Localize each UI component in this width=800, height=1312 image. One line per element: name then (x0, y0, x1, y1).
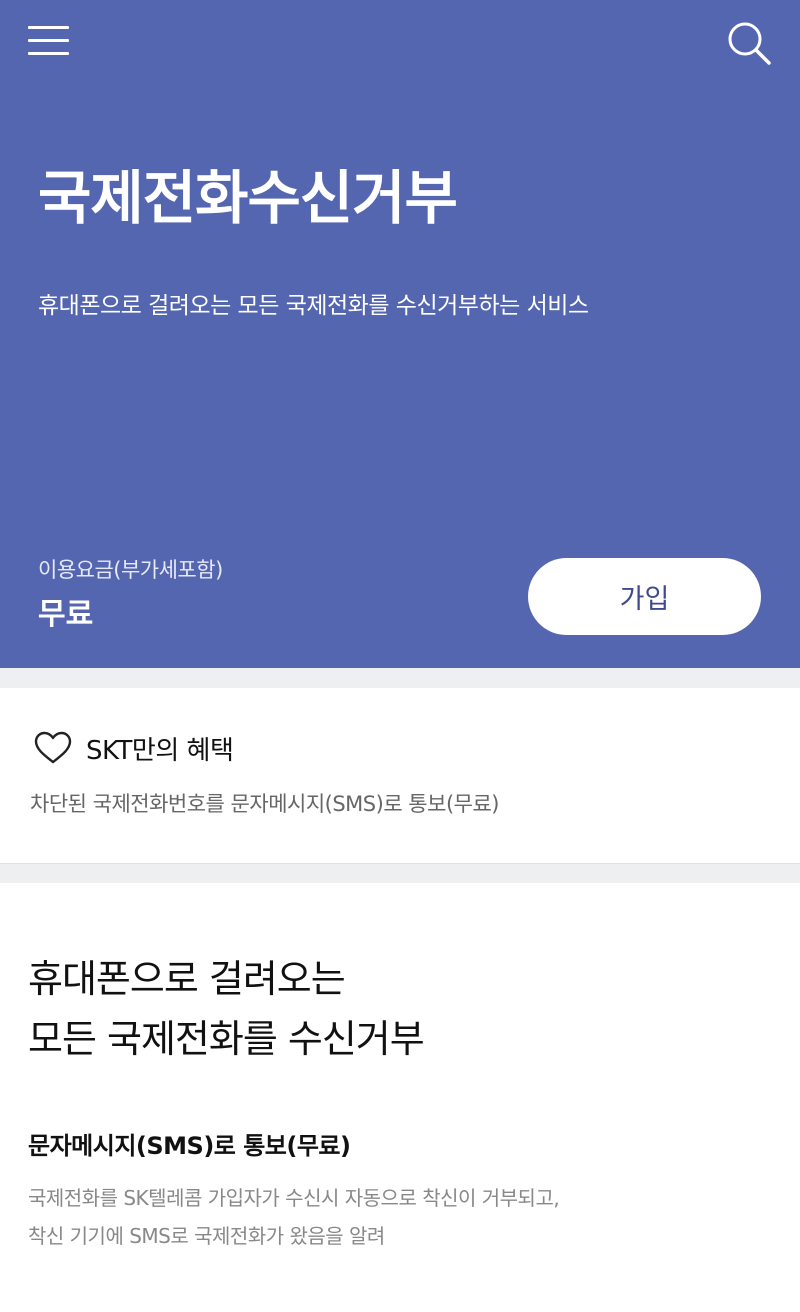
detail-description: 국제전화를 SK텔레콤 가입자가 수신시 자동으로 착신이 거부되고, 착신 기… (28, 1179, 560, 1255)
fee-label: 이용요금(부가세포함) (38, 558, 223, 582)
join-button[interactable]: 가입 (528, 558, 761, 635)
service-description: 휴대폰으로 걸려오는 모든 국제전화를 수신거부하는 서비스 (38, 293, 589, 319)
detail-desc-line: 착신 기기에 SMS로 국제전화가 왔음을 알려 (28, 1224, 385, 1248)
detail-title-line: 휴대폰으로 걸려오는 (28, 957, 346, 1001)
page-title: 국제전화수신거부 (38, 164, 458, 232)
heart-icon (34, 731, 72, 764)
detail-subtitle: 문자메시지(SMS)로 통보(무료) (28, 1132, 351, 1160)
benefit-header: SKT만의 혜택 (34, 728, 234, 768)
service-detail-section: 휴대폰으로 걸려오는 모든 국제전화를 수신거부 문자메시지(SMS)로 통보(… (0, 883, 800, 1312)
hamburger-menu-icon[interactable] (28, 24, 70, 58)
search-icon[interactable] (726, 20, 772, 66)
benefit-description: 차단된 국제전화번호를 문자메시지(SMS)로 통보(무료) (30, 792, 499, 816)
hero-banner: 국제전화수신거부 휴대폰으로 걸려오는 모든 국제전화를 수신거부하는 서비스 … (0, 0, 800, 668)
section-divider (0, 863, 800, 883)
skt-benefit-section: SKT만의 혜택 차단된 국제전화번호를 문자메시지(SMS)로 통보(무료) (0, 688, 800, 863)
detail-desc-line: 국제전화를 SK텔레콤 가입자가 수신시 자동으로 착신이 거부되고, (28, 1186, 560, 1210)
benefit-title: SKT만의 혜택 (86, 735, 234, 766)
detail-title: 휴대폰으로 걸려오는 모든 국제전화를 수신거부 (28, 949, 425, 1069)
detail-title-line: 모든 국제전화를 수신거부 (28, 1017, 425, 1061)
fee-value: 무료 (38, 597, 94, 632)
section-divider (0, 668, 800, 688)
